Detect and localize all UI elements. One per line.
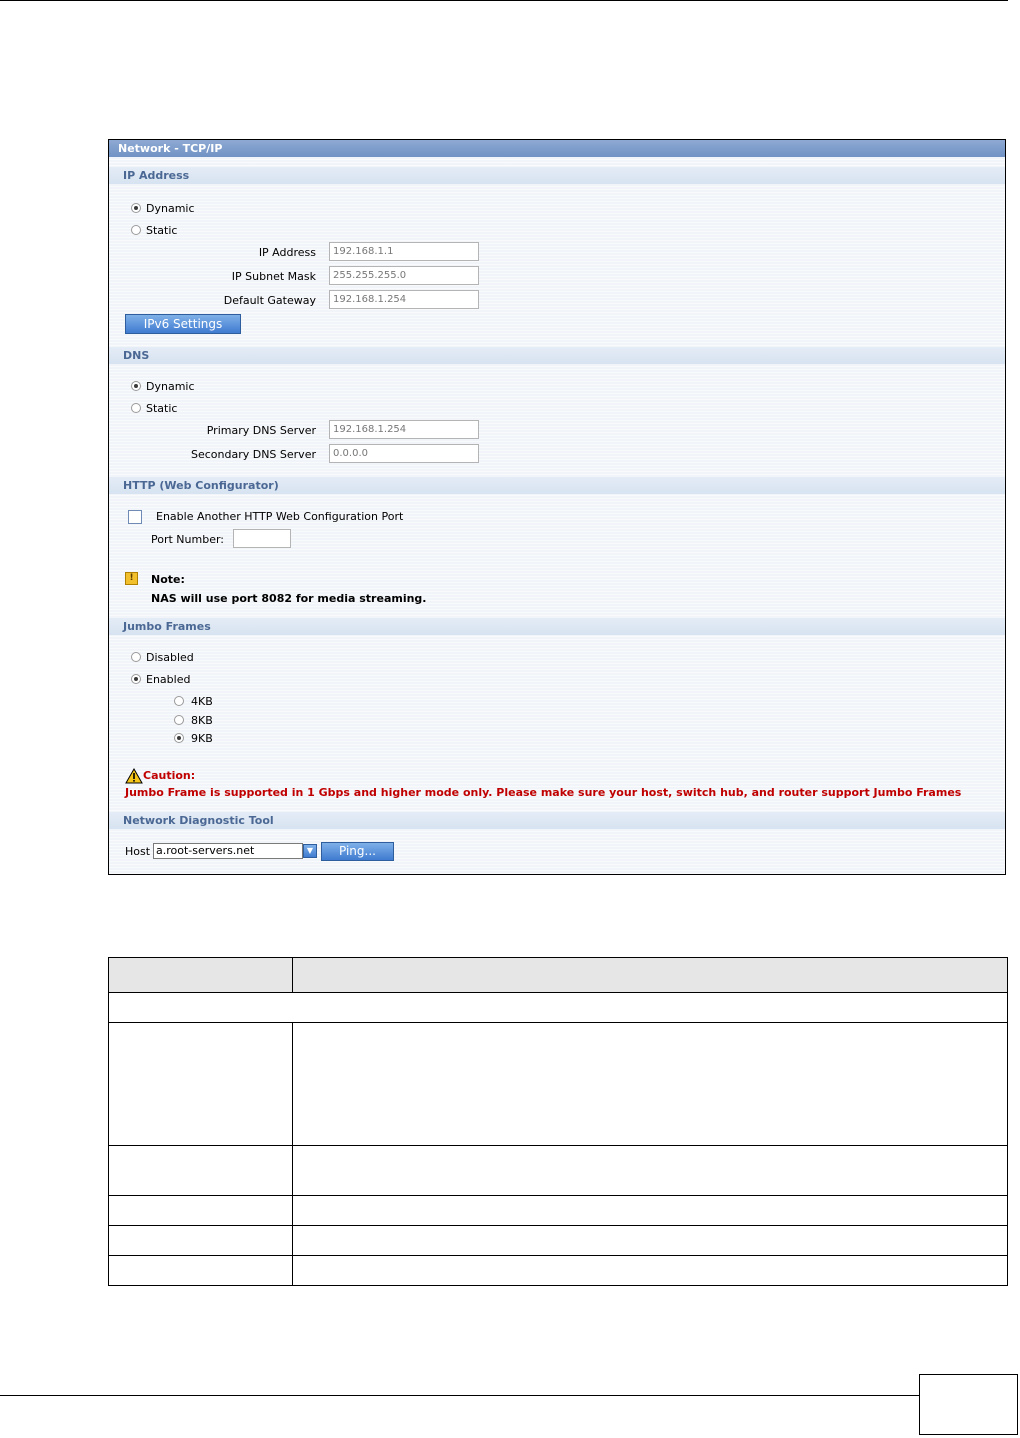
- jumbo-disabled-label: Disabled: [146, 651, 194, 664]
- panel-title: Network - TCP/IP: [109, 140, 1005, 157]
- network-tcpip-panel: Network - TCP/IP IP Address Dynamic Stat…: [108, 139, 1006, 875]
- table-cell: [108, 1255, 293, 1286]
- section-header-http: HTTP (Web Configurator): [109, 477, 1005, 494]
- note-title: Note:: [151, 573, 185, 586]
- table-cell: [292, 1195, 1008, 1226]
- jumbo-9kb-label: 9KB: [191, 732, 213, 745]
- dns-dynamic-label: Dynamic: [146, 380, 195, 393]
- page-number-box: [919, 1374, 1018, 1435]
- caution-text: Jumbo Frame is supported in 1 Gbps and h…: [125, 786, 962, 799]
- jumbo-9kb-radio[interactable]: [174, 733, 184, 743]
- table-cell: [292, 1022, 1008, 1146]
- jumbo-4kb-label: 4KB: [191, 695, 213, 708]
- port-number-label: Port Number:: [151, 533, 225, 546]
- jumbo-enabled-radio[interactable]: [131, 674, 141, 684]
- caution-title: Caution:: [143, 769, 196, 782]
- table-cell: [108, 1195, 293, 1226]
- table-row: [108, 1255, 1008, 1286]
- dns-static-radio[interactable]: [131, 403, 141, 413]
- host-label: Host: [125, 845, 151, 858]
- jumbo-enabled-label: Enabled: [146, 673, 191, 686]
- ip-subnet-mask-label: IP Subnet Mask: [231, 270, 316, 283]
- table-cell: [108, 1145, 293, 1196]
- ip-address-label: IP Address: [258, 246, 316, 259]
- ip-address-input[interactable]: 192.168.1.1: [329, 242, 479, 261]
- table-cell: [292, 1225, 1008, 1256]
- section-header-ip-address: IP Address: [109, 167, 1005, 184]
- section-header-network-diagnostic-tool: Network Diagnostic Tool: [109, 812, 1005, 829]
- ipv6-settings-button[interactable]: IPv6 Settings: [125, 314, 241, 334]
- jumbo-4kb-radio[interactable]: [174, 696, 184, 706]
- ip-dynamic-label: Dynamic: [146, 202, 195, 215]
- section-header-dns: DNS: [109, 347, 1005, 364]
- ip-static-label: Static: [146, 224, 178, 237]
- table-header-cell: [292, 957, 1008, 993]
- table-cell: [108, 992, 1008, 1023]
- table-header-cell: [108, 957, 293, 993]
- primary-dns-label: Primary DNS Server: [206, 424, 316, 437]
- note-icon: !: [125, 572, 138, 585]
- table-row: [108, 1225, 1008, 1256]
- jumbo-disabled-radio[interactable]: [131, 652, 141, 662]
- table-cell: [108, 1022, 293, 1146]
- secondary-dns-label: Secondary DNS Server: [190, 448, 316, 461]
- default-gateway-label: Default Gateway: [223, 294, 316, 307]
- primary-dns-input[interactable]: 192.168.1.254: [329, 420, 479, 439]
- jumbo-8kb-radio[interactable]: [174, 715, 184, 725]
- enable-http-port-label: Enable Another HTTP Web Configuration Po…: [156, 510, 404, 523]
- dns-dynamic-radio[interactable]: [131, 381, 141, 391]
- footer-rule: [0, 1395, 919, 1396]
- host-select[interactable]: a.root-servers.net: [153, 843, 303, 859]
- ip-dynamic-radio[interactable]: [131, 203, 141, 213]
- table-row: [108, 992, 1008, 1023]
- table-row: [108, 1145, 1008, 1196]
- caution-icon: [125, 768, 143, 784]
- table-cell: [108, 1225, 293, 1256]
- note-text: NAS will use port 8082 for media streami…: [151, 592, 427, 605]
- ip-static-radio[interactable]: [131, 225, 141, 235]
- ping-button[interactable]: Ping...: [321, 842, 394, 861]
- table-header-row: [108, 957, 1008, 993]
- table-row: [108, 1195, 1008, 1226]
- secondary-dns-input[interactable]: 0.0.0.0: [329, 444, 479, 463]
- ip-subnet-mask-input[interactable]: 255.255.255.0: [329, 266, 479, 285]
- section-header-jumbo-frames: Jumbo Frames: [109, 618, 1005, 635]
- table-cell: [292, 1255, 1008, 1286]
- description-table: [108, 957, 1008, 1286]
- dns-static-label: Static: [146, 402, 178, 415]
- chevron-down-icon[interactable]: ▼: [303, 844, 317, 858]
- table-row: [108, 1022, 1008, 1146]
- jumbo-8kb-label: 8KB: [191, 714, 213, 727]
- enable-http-port-checkbox[interactable]: [128, 510, 142, 524]
- default-gateway-input[interactable]: 192.168.1.254: [329, 290, 479, 309]
- page-top-rule: [0, 0, 1008, 1]
- port-number-input[interactable]: [233, 529, 291, 548]
- table-cell: [292, 1145, 1008, 1196]
